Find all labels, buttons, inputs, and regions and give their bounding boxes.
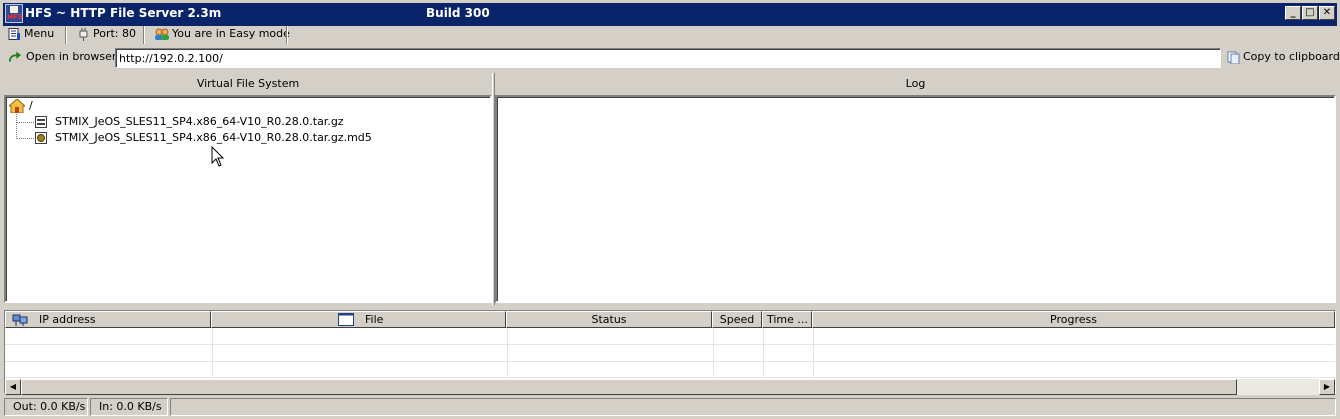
column-speed[interactable]: Speed: [712, 311, 762, 328]
mode-button[interactable]: You are in Easy mode: [150, 24, 290, 46]
menu-button[interactable]: Menu: [4, 24, 54, 46]
port-button[interactable]: Port: 80: [73, 24, 136, 46]
vfs-panel: Virtual File System / STMIX_JeOS_SLES11_…: [4, 73, 492, 305]
vfs-tree[interactable]: / STMIX_JeOS_SLES11_SP4.x86_64-V10_R0.28…: [4, 95, 492, 303]
scroll-right-button[interactable]: ▶: [1319, 379, 1335, 395]
connections-grid[interactable]: IP address File Status Speed Time ... Pr…: [4, 310, 1336, 395]
grid-col-line: [713, 328, 714, 378]
grid-col-line: [507, 328, 508, 378]
url-input[interactable]: [115, 48, 1221, 68]
tree-line: [16, 122, 34, 123]
tree-line: [16, 138, 34, 139]
network-icon: [12, 314, 28, 326]
port-label: Port: 80: [93, 27, 137, 40]
toolbar-separator: [65, 26, 67, 44]
column-progress[interactable]: Progress: [812, 311, 1335, 328]
open-in-browser-label: Open in browser: [26, 50, 117, 63]
column-file[interactable]: File: [211, 311, 506, 328]
column-status[interactable]: Status: [506, 311, 712, 328]
grid-col-line: [813, 328, 814, 378]
tree-line: [16, 114, 17, 139]
copy-to-clipboard-button[interactable]: Copy to clipboard: [1224, 47, 1340, 69]
file-column-icon: [338, 313, 354, 326]
maximize-button[interactable]: □: [1302, 6, 1318, 20]
column-ip-address-label: IP address: [39, 313, 96, 326]
root-label: /: [29, 99, 33, 112]
column-file-label: File: [365, 313, 384, 326]
file-name: STMIX_JeOS_SLES11_SP4.x86_64-V10_R0.28.0…: [55, 115, 344, 128]
grid-row-line: [5, 377, 1335, 378]
toolbar-separator: [286, 26, 288, 44]
hfs-app-icon[interactable]: HFS: [5, 4, 23, 23]
grid-col-line: [212, 328, 213, 378]
in-speed-panel: In: 0.0 KB/s: [90, 398, 168, 416]
menu-label: Menu: [24, 27, 55, 40]
status-panel: [170, 398, 1336, 416]
copy-to-clipboard-label: Copy to clipboard: [1243, 50, 1340, 63]
grid-col-line: [763, 328, 764, 378]
url-bar: Open in browser Copy to clipboard: [2, 47, 1340, 69]
scroll-left-button[interactable]: ◀: [5, 379, 21, 395]
main-toolbar: Menu Port: 80 You are in Easy mode: [2, 24, 1338, 46]
md5-file-icon: [35, 132, 47, 144]
minimize-button[interactable]: _: [1285, 6, 1301, 20]
plug-icon: [79, 28, 88, 41]
menu-icon: [8, 28, 20, 40]
out-speed-panel: Out: 0.0 KB/s: [4, 398, 88, 416]
mode-label: You are in Easy mode: [172, 27, 290, 40]
column-time[interactable]: Time ...: [762, 311, 812, 328]
file-name: STMIX_JeOS_SLES11_SP4.x86_64-V10_R0.28.0…: [55, 131, 372, 144]
horizontal-scrollbar[interactable]: ◀ ▶: [5, 379, 1335, 395]
home-icon: [9, 99, 25, 113]
vfs-header: Virtual File System: [4, 73, 492, 95]
clipboard-icon: [1227, 51, 1240, 64]
toolbar-separator: [143, 26, 145, 44]
log-panel: Log: [495, 73, 1336, 305]
status-bar: Out: 0.0 KB/s In: 0.0 KB/s: [2, 397, 1338, 417]
build-label: Build 300: [426, 6, 490, 20]
grid-row-line: [5, 361, 1335, 362]
archive-file-icon: [35, 116, 47, 128]
column-ip-address[interactable]: IP address: [5, 311, 211, 328]
users-icon: [155, 28, 169, 40]
mouse-cursor-icon: [211, 146, 225, 167]
log-area[interactable]: [495, 95, 1336, 303]
close-button[interactable]: ✕: [1319, 6, 1335, 20]
grid-row-line: [5, 344, 1335, 345]
log-header: Log: [495, 73, 1336, 95]
window-title: HFS ~ HTTP File Server 2.3m: [25, 6, 222, 20]
open-arrow-icon: [8, 51, 21, 62]
scroll-thumb[interactable]: [21, 379, 1237, 395]
open-in-browser-button[interactable]: Open in browser: [4, 47, 116, 69]
